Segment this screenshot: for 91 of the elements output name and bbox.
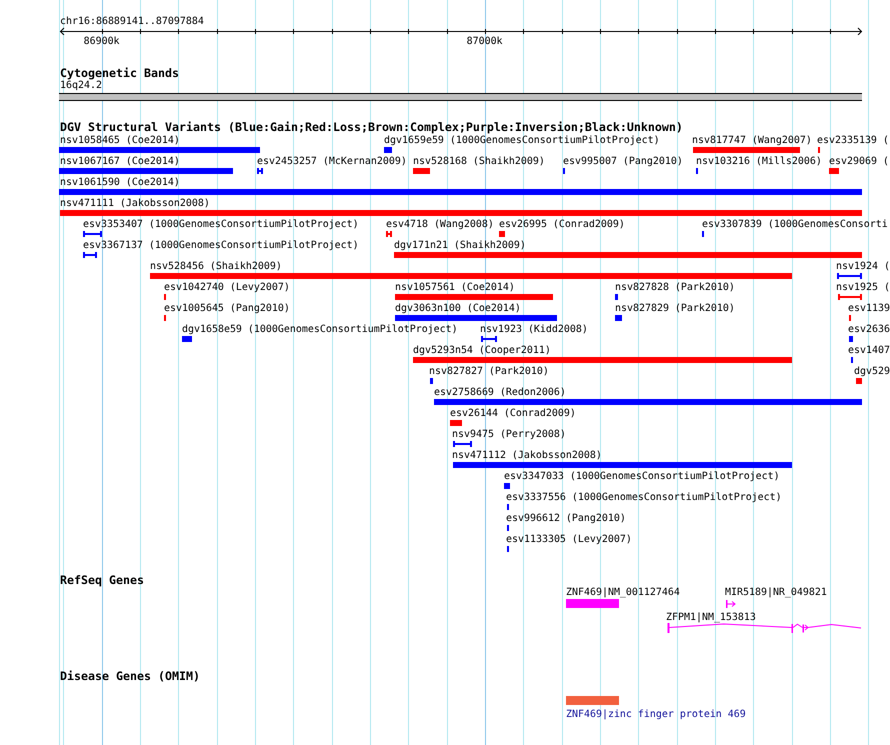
variant-bar[interactable] (150, 273, 792, 279)
variant-bar[interactable] (856, 378, 862, 384)
variant-label: esv1139 (848, 303, 890, 314)
variant-bar[interactable] (615, 315, 622, 321)
variant-bar[interactable] (59, 189, 862, 195)
gene-label: ZNF469|NM_001127464 (566, 586, 680, 598)
variant-label: esv26995 (Conrad2009) (499, 219, 625, 230)
variant-interval[interactable] (837, 273, 862, 279)
variant-bar[interactable] (849, 336, 853, 342)
variant-bar[interactable] (60, 210, 862, 216)
band-label: 16q24.2 (60, 80, 102, 90)
variant-bar[interactable] (450, 420, 462, 426)
variant-label: nsv1067167 (Coe2014) (60, 156, 180, 167)
variant-label: esv4718 (Wang2008) (386, 219, 494, 230)
variant-bar[interactable] (453, 462, 792, 468)
variant-bar[interactable] (395, 294, 553, 300)
variant-bar[interactable] (829, 168, 839, 174)
disease-gene-label: ZNF469|zinc finger protein 469 (566, 709, 746, 720)
track-title: Disease Genes (OMIM) (60, 670, 200, 683)
variant-interval[interactable] (838, 294, 862, 300)
variant-label: nsv817747 (Wang2007) (692, 135, 812, 146)
variant-label: esv26144 (Conrad2009) (450, 408, 576, 419)
strand-arrow-icon[interactable] (726, 600, 736, 608)
variant-label: dgv171n21 (Shaikh2009) (394, 240, 526, 251)
tick-label: 86900k (84, 36, 120, 47)
variant-bar[interactable] (693, 147, 800, 153)
variant-bar[interactable] (182, 336, 192, 342)
variant-interval[interactable] (386, 231, 392, 237)
variant-label: dgv5293n54 (Cooper2011) (413, 345, 551, 356)
variant-bar[interactable] (430, 378, 433, 384)
variant-label: dgv1659e59 (1000GenomesConsortiumPilotProject) (384, 135, 660, 146)
variant-label: esv3367137 (1000GenomesConsortiumPilotProject) (83, 240, 359, 251)
variant-bar[interactable] (413, 168, 430, 174)
variant-label: esv3307839 (1000GenomesConsorti (702, 219, 888, 230)
variant-label: nsv1061590 (Coe2014) (60, 177, 180, 188)
variant-label: esv1005645 (Pang2010) (164, 303, 290, 314)
variant-label: nsv1058465 (Coe2014) (60, 135, 180, 146)
variant-label: esv2636 (848, 324, 890, 335)
variant-label: nsv471111 (Jakobsson2008) (60, 198, 210, 209)
variant-label: nsv471112 (Jakobsson2008) (452, 450, 602, 461)
variant-bar[interactable] (59, 147, 260, 153)
tick-label: 87000k (466, 36, 503, 47)
variant-bar[interactable] (384, 147, 392, 153)
variant-bar[interactable] (394, 252, 862, 258)
variant-label: esv1042740 (Levy2007) (164, 282, 290, 293)
gene-label: MIR5189|NR_049821 (725, 586, 827, 598)
variant-label: nsv827829 (Park2010) (615, 303, 735, 314)
variant-label: nsv827827 (Park2010) (429, 366, 549, 377)
variant-label: esv1407 (848, 345, 890, 356)
variant-interval[interactable] (257, 168, 263, 174)
variant-bar[interactable] (413, 357, 792, 363)
variant-interval[interactable] (453, 441, 472, 447)
variant-label: dgv1658e59 (1000GenomesConsortiumPilotProject) (182, 324, 458, 335)
variant-label: dgv529 (854, 366, 890, 377)
location-label: chr16:86889141..87097884 (60, 16, 204, 27)
variant-label: esv2453257 (McKernan2009) (257, 156, 407, 167)
track-title: DGV Structural Variants (Blue:Gain;Red:Loss;Brown:Complex;Purple:Inversion;Black:Unknown) (60, 120, 683, 134)
variant-bar[interactable] (395, 315, 557, 321)
track-title: Cytogenetic Bands (60, 66, 179, 80)
gene-label: ZFPM1|NM_153813 (666, 612, 756, 623)
variant-label: nsv9475 (Perry2008) (452, 429, 566, 440)
gene-model-drawing[interactable] (666, 623, 862, 634)
variant-label: esv1133305 (Levy2007) (506, 534, 632, 545)
variant-label: nsv1923 (Kidd2008) (480, 324, 588, 335)
variant-label: esv2335139 ( (817, 135, 889, 146)
variant-label: esv29069 ( (829, 156, 889, 167)
track-title: RefSeq Genes (60, 574, 144, 586)
variant-interval[interactable] (83, 252, 97, 258)
variant-label: nsv103216 (Mills2006) (696, 156, 822, 167)
variant-label: esv995007 (Pang2010) (563, 156, 683, 167)
variant-label: nsv1057561 (Coe2014) (395, 282, 515, 293)
variant-bar[interactable] (434, 399, 862, 405)
variant-label: esv3353407 (1000GenomesConsortiumPilotProject) (83, 219, 359, 230)
variant-label: nsv1925 ( (836, 282, 890, 293)
variant-bar[interactable] (615, 294, 618, 300)
variant-label: nsv528456 (Shaikh2009) (150, 261, 282, 272)
variant-label: dgv3063n100 (Coe2014) (395, 303, 521, 314)
variant-bar[interactable] (504, 483, 510, 489)
variant-label: esv3347033 (1000GenomesConsortiumPilotProject) (504, 471, 780, 482)
disease-gene-bar[interactable] (566, 696, 619, 705)
variant-label: nsv827828 (Park2010) (615, 282, 735, 293)
variant-bar[interactable] (59, 168, 233, 174)
variant-label: esv3337556 (1000GenomesConsortiumPilotProject) (506, 492, 782, 503)
variant-label: nsv1924 ( (836, 261, 890, 272)
variant-label: esv2758669 (Redon2006) (434, 387, 566, 398)
variant-label: nsv528168 (Shaikh2009) (413, 156, 545, 167)
variant-bar[interactable] (499, 231, 505, 237)
variant-label: esv996612 (Pang2010) (506, 513, 626, 524)
gene-bar[interactable] (566, 599, 619, 608)
variant-interval[interactable] (83, 231, 102, 237)
variant-interval[interactable] (481, 336, 497, 342)
